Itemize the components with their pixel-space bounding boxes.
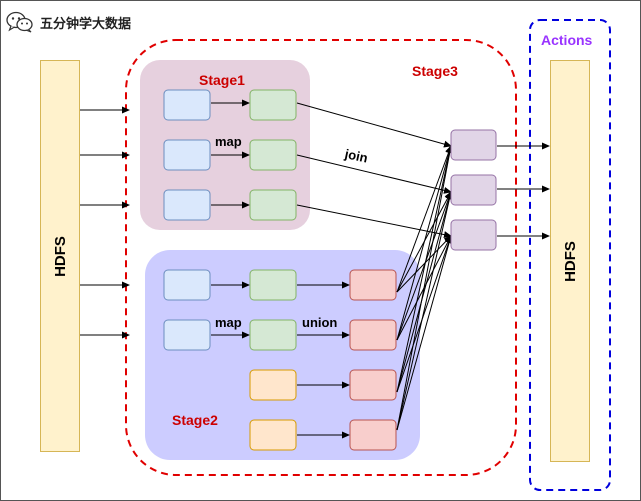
- rdd-source-node: [163, 139, 211, 171]
- rdd-join-node: [450, 129, 497, 161]
- actions-label: Actions: [541, 32, 593, 48]
- map-label-stage2: map: [215, 315, 242, 330]
- rdd-union-node: [349, 269, 397, 301]
- rdd-map-node: [249, 139, 297, 171]
- hdfs-sink-label: HDFS: [561, 240, 579, 282]
- dag-diagram: [80, 19, 611, 491]
- stage2-label: Stage2: [172, 412, 218, 428]
- union-label: union: [302, 315, 338, 330]
- edge-join-1: [296, 102, 452, 148]
- stage3-label: Stage3: [412, 63, 458, 79]
- hdfs-source: HDFS: [40, 60, 80, 452]
- rdd-union-node: [349, 319, 397, 351]
- hdfs-sink: HDFS: [550, 60, 590, 462]
- edge-join-2: [296, 154, 452, 194]
- rdd-source-node: [163, 269, 211, 301]
- rdd-source-node: [163, 189, 211, 221]
- rdd-source-node: [163, 89, 211, 121]
- rdd-source-node-alt: [249, 369, 297, 401]
- rdd-union-node: [349, 419, 397, 451]
- stage1-label: Stage1: [199, 72, 245, 88]
- rdd-join-node: [450, 219, 497, 251]
- rdd-union-node: [349, 369, 397, 401]
- rdd-join-node: [450, 174, 497, 206]
- rdd-map-node: [249, 319, 297, 351]
- map-label-stage1: map: [215, 134, 242, 149]
- hdfs-source-label: HDFS: [51, 235, 69, 277]
- rdd-map-node: [249, 189, 297, 221]
- rdd-source-node-alt: [249, 419, 297, 451]
- rdd-map-node: [249, 89, 297, 121]
- rdd-map-node: [249, 269, 297, 301]
- rdd-source-node: [163, 319, 211, 351]
